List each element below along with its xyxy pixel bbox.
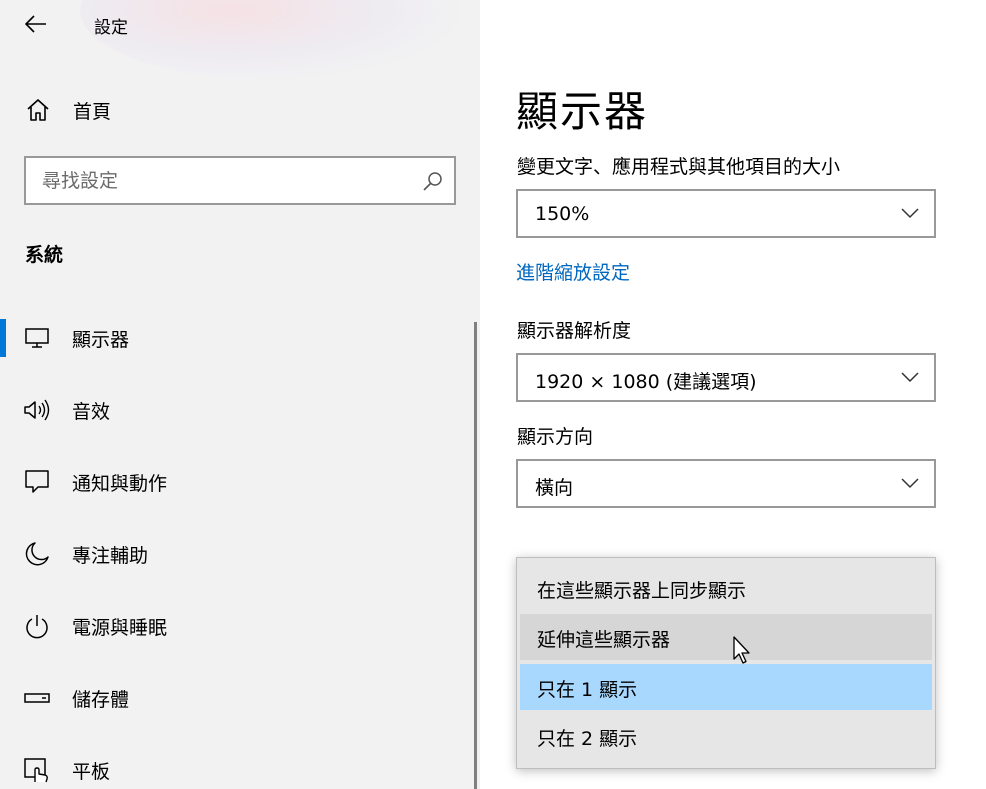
sidebar-item-tablet[interactable]: 平板 bbox=[0, 742, 470, 789]
chevron-down-icon bbox=[901, 372, 919, 383]
sidebar-item-notifications[interactable]: 通知與動作 bbox=[0, 454, 470, 510]
search-box[interactable] bbox=[24, 156, 456, 205]
orientation-label: 顯示方向 bbox=[517, 426, 594, 448]
menu-item-only-2[interactable]: 只在 2 顯示 bbox=[520, 713, 932, 759]
app-title: 設定 bbox=[94, 18, 128, 38]
search-input[interactable] bbox=[28, 160, 408, 201]
sidebar-item-label: 電源與睡眠 bbox=[72, 617, 168, 639]
orientation-dropdown[interactable]: 橫向 bbox=[516, 459, 936, 508]
notification-icon bbox=[25, 470, 49, 493]
sidebar-item-label: 儲存體 bbox=[72, 689, 130, 711]
storage-icon bbox=[24, 693, 50, 703]
sidebar-item-sound[interactable]: 音效 bbox=[0, 382, 470, 438]
sidebar-item-power-sleep[interactable]: 電源與睡眠 bbox=[0, 598, 470, 654]
sidebar-item-display[interactable]: 顯示器 bbox=[0, 310, 470, 366]
sidebar-item-storage[interactable]: 儲存體 bbox=[0, 670, 470, 726]
sidebar-scrollbar[interactable] bbox=[474, 322, 477, 789]
sidebar-item-label: 顯示器 bbox=[72, 329, 130, 351]
scale-label: 變更文字、應用程式與其他項目的大小 bbox=[517, 156, 841, 178]
sidebar-item-label: 專注輔助 bbox=[72, 545, 149, 567]
menu-item-extend[interactable]: 延伸這些顯示器 bbox=[520, 614, 932, 660]
resolution-dropdown[interactable]: 1920 × 1080 (建議選項) bbox=[516, 353, 936, 402]
sidebar-item-focus-assist[interactable]: 專注輔助 bbox=[0, 526, 470, 582]
title-bar: 設定 bbox=[0, 0, 480, 48]
menu-item-duplicate[interactable]: 在這些顯示器上同步顯示 bbox=[520, 565, 932, 611]
sidebar-item-label: 平板 bbox=[72, 761, 111, 783]
menu-item-label: 只在 1 顯示 bbox=[537, 679, 638, 701]
speaker-icon bbox=[24, 399, 50, 421]
page-title: 顯示器 bbox=[516, 87, 649, 136]
resolution-value: 1920 × 1080 (建議選項) bbox=[535, 371, 757, 393]
menu-item-label: 延伸這些顯示器 bbox=[537, 629, 671, 651]
orientation-value: 橫向 bbox=[535, 477, 574, 499]
resolution-label: 顯示器解析度 bbox=[517, 320, 632, 342]
sidebar-item-label: 首頁 bbox=[73, 101, 112, 123]
tablet-icon bbox=[24, 758, 48, 783]
chevron-down-icon bbox=[901, 478, 919, 489]
chevron-down-icon bbox=[901, 208, 919, 219]
back-button[interactable] bbox=[20, 8, 52, 40]
mouse-cursor-icon bbox=[733, 636, 750, 664]
active-indicator bbox=[0, 319, 6, 357]
scale-dropdown[interactable]: 150% bbox=[516, 189, 936, 238]
search-icon[interactable] bbox=[422, 170, 444, 192]
menu-item-only-1[interactable]: 只在 1 顯示 bbox=[520, 664, 932, 710]
advanced-scaling-link[interactable]: 進階縮放設定 bbox=[516, 258, 630, 285]
multiple-displays-menu: 在這些顯示器上同步顯示 延伸這些顯示器 只在 1 顯示 只在 2 顯示 bbox=[516, 557, 936, 769]
home-icon bbox=[27, 99, 49, 121]
monitor-icon bbox=[25, 328, 49, 348]
power-icon bbox=[26, 615, 48, 639]
sidebar-item-label: 通知與動作 bbox=[72, 473, 168, 495]
moon-icon bbox=[25, 542, 49, 566]
menu-item-label: 只在 2 顯示 bbox=[537, 728, 638, 750]
back-arrow-icon bbox=[25, 15, 46, 33]
sidebar: 設定 首頁 系統 顯示器 音效 bbox=[0, 0, 480, 789]
sidebar-item-label: 音效 bbox=[72, 401, 111, 423]
menu-item-label: 在這些顯示器上同步顯示 bbox=[537, 580, 747, 602]
scale-value: 150% bbox=[535, 203, 590, 225]
sidebar-item-home[interactable]: 首頁 bbox=[0, 88, 470, 132]
section-label: 系統 bbox=[25, 244, 64, 266]
